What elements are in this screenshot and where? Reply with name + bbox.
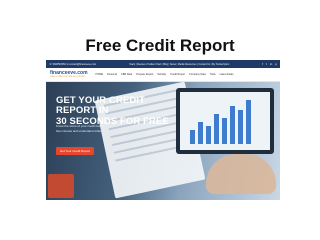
contact-info: ☏ 9603503052 ✉ contact@financeeve.com	[49, 62, 97, 66]
menu: HOME Personal CIBil Data Prepare Report …	[96, 73, 234, 76]
menu-item-prepare-report[interactable]: Prepare Report	[136, 73, 153, 76]
facebook-icon[interactable]: f	[262, 62, 263, 66]
menu-item-latest-deals[interactable]: Latest Deals	[220, 73, 234, 76]
hero-headline: GET YOUR CREDIT REPORT IN 30 SECONDS FOR…	[56, 95, 176, 127]
hero-subtext: Know the score of your credit health in …	[56, 124, 113, 133]
twitter-icon[interactable]: t	[266, 62, 267, 66]
website-screenshot: ☏ 9603503052 ✉ contact@financeeve.com Te…	[46, 60, 280, 200]
top-links[interactable]: Team | Review of Indian Chart | Blog | N…	[96, 63, 262, 66]
get-credit-report-button[interactable]: Get Your Credit Report	[56, 147, 94, 155]
pinterest-icon[interactable]: p	[275, 62, 277, 66]
menu-item-subsidy[interactable]: Subsidy	[157, 73, 166, 76]
laptop-image	[176, 88, 274, 154]
menu-item-cibil-data[interactable]: CIBil Data	[121, 73, 132, 76]
menu-item-credit-report[interactable]: Credit Report	[170, 73, 185, 76]
hero-banner: GET YOUR CREDIT REPORT IN 30 SECONDS FOR…	[46, 82, 280, 200]
hand-image	[206, 154, 276, 194]
main-nav: financeeve.com CIBIL & CREDIT SCORE SOLU…	[46, 68, 280, 82]
menu-item-tools[interactable]: Tools	[210, 73, 216, 76]
site-logo[interactable]: financeeve.com CIBIL & CREDIT SCORE SOLU…	[50, 71, 88, 79]
laptop-screen	[180, 92, 270, 150]
menu-item-home[interactable]: HOME	[96, 73, 104, 76]
logo-tagline: CIBIL & CREDIT SCORE SOLUTIONS	[50, 76, 85, 78]
calculator-image	[48, 174, 74, 198]
social-icons: f t in p	[262, 62, 277, 66]
slide-title: Free Credit Report	[85, 36, 235, 55]
hero-headline-line1: GET YOUR CREDIT REPORT IN	[56, 95, 145, 117]
linkedin-icon[interactable]: in	[270, 62, 272, 66]
menu-item-personal[interactable]: Personal	[107, 73, 117, 76]
top-bar: ☏ 9603503052 ✉ contact@financeeve.com Te…	[46, 60, 280, 68]
menu-item-company-data[interactable]: Company Data	[189, 73, 206, 76]
